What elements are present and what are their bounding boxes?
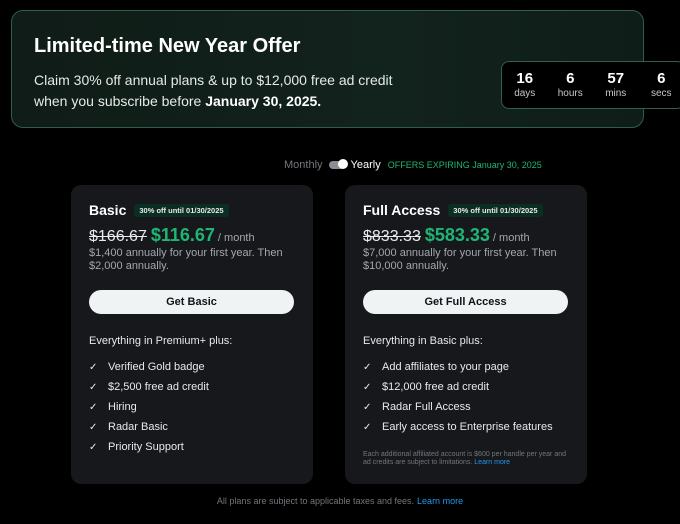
billing-yearly-option[interactable]: Yearly [351,159,381,171]
legal-note: All plans are subject to applicable taxe… [0,496,680,506]
check-icon: ✓ [363,421,372,433]
legal-learn-more-link[interactable]: Learn more [417,496,463,506]
discounted-price: $583.33 [424,225,490,245]
footnote-text: Each additional affiliated account is $6… [363,451,567,466]
billing-period-switch: Monthly Yearly OFFERS EXPIRING January 3… [284,158,542,172]
original-price: $166.67 [89,228,147,245]
feature-label: Hiring [108,401,137,413]
feature-label: $12,000 free ad credit [382,381,490,393]
countdown-secs-value: 6 [657,69,666,87]
offer-banner: Limited-time New Year Offer Claim 30% of… [11,10,680,128]
plan-header: Basic 30% off until 01/30/2025 [89,202,229,218]
countdown-days-label: days [514,87,536,99]
countdown-timer: 16 days 6 hours 57 mins 6 secs [501,61,680,109]
price-period: / month [492,232,530,244]
feature-label: Radar Full Access [382,401,471,413]
includes-heading: Everything in Basic plus: [363,335,483,347]
get-basic-button[interactable]: Get Basic [89,290,294,314]
plan-card-basic: Basic 30% off until 01/30/2025 $166.67 $… [71,185,313,484]
countdown-hours-label: hours [557,87,583,99]
toggle-knob [337,159,348,169]
legal-text: All plans are subject to applicable taxe… [216,496,415,506]
check-icon: ✓ [89,401,98,413]
billing-toggle[interactable] [328,159,348,169]
feature-list: ✓ Verified Gold badge ✓ $2,500 free ad cre… [89,357,209,457]
discounted-price: $116.67 [150,225,215,245]
check-icon: ✓ [363,401,372,413]
countdown-hours: 6 hours [550,69,590,100]
feature-item: ✓ $12,000 free ad credit [363,377,553,397]
feature-label: Verified Gold badge [108,361,205,373]
billing-monthly-option[interactable]: Monthly [284,159,323,171]
price-period: / month [217,232,255,244]
feature-item: ✓ Add affiliates to your page [363,357,553,377]
feature-item: ✓ Radar Basic [89,417,209,437]
plan-name: Full Access [363,202,441,218]
plan-name: Basic [89,202,127,218]
feature-label: Radar Basic [108,421,168,433]
countdown-secs: 6 secs [641,69,680,100]
plan-card-full-access: Full Access 30% off until 01/30/2025 $83… [345,185,587,484]
feature-item: ✓ Priority Support [89,437,209,457]
feature-item: ✓ Radar Full Access [363,397,553,417]
countdown-hours-value: 6 [566,69,575,87]
annual-price-note: $1,400 annually for your first year. The… [89,247,283,272]
countdown-days: 16 days [505,69,545,100]
offer-expiry-text: OFFERS EXPIRING January 30, 2025 [387,160,542,170]
get-full-access-button[interactable]: Get Full Access [363,290,568,314]
feature-label: Priority Support [108,441,184,453]
affiliate-footnote: Each additional affiliated account is $6… [363,451,573,467]
feature-label: Add affiliates to your page [382,361,509,373]
discount-badge: 30% off until 01/30/2025 [448,203,543,217]
feature-item: ✓ $2,500 free ad credit [89,377,209,397]
countdown-mins-label: mins [605,87,627,99]
countdown-mins-value: 57 [607,69,625,87]
banner-title: Limited-time New Year Offer [34,35,301,57]
feature-item: ✓ Hiring [89,397,209,417]
banner-deadline: January 30, 2025. [205,93,322,109]
plan-header: Full Access 30% off until 01/30/2025 [363,202,543,218]
price-row: $833.33 $583.33 / month [363,225,530,246]
countdown-mins: 57 mins [596,69,636,100]
check-icon: ✓ [89,421,98,433]
footnote-learn-more-link[interactable]: Learn more [474,459,510,466]
discount-badge: 30% off until 01/30/2025 [134,203,229,217]
check-icon: ✓ [363,381,372,393]
original-price: $833.33 [363,228,421,245]
countdown-secs-label: secs [650,87,672,99]
feature-list: ✓ Add affiliates to your page ✓ $12,000 fr… [363,357,553,437]
banner-text: Claim 30% off annual plans & up to $12,0… [34,70,394,112]
check-icon: ✓ [89,441,98,453]
annual-price-note: $7,000 annually for your first year. The… [363,247,557,272]
feature-label: Early access to Enterprise features [382,421,553,433]
check-icon: ✓ [89,381,98,393]
check-icon: ✓ [363,361,372,373]
feature-item: ✓ Verified Gold badge [89,357,209,377]
feature-label: $2,500 free ad credit [108,381,209,393]
price-row: $166.67 $116.67 / month [89,225,255,246]
feature-item: ✓ Early access to Enterprise features [363,417,553,437]
check-icon: ✓ [89,361,98,373]
includes-heading: Everything in Premium+ plus: [89,335,233,347]
countdown-days-value: 16 [516,69,534,87]
